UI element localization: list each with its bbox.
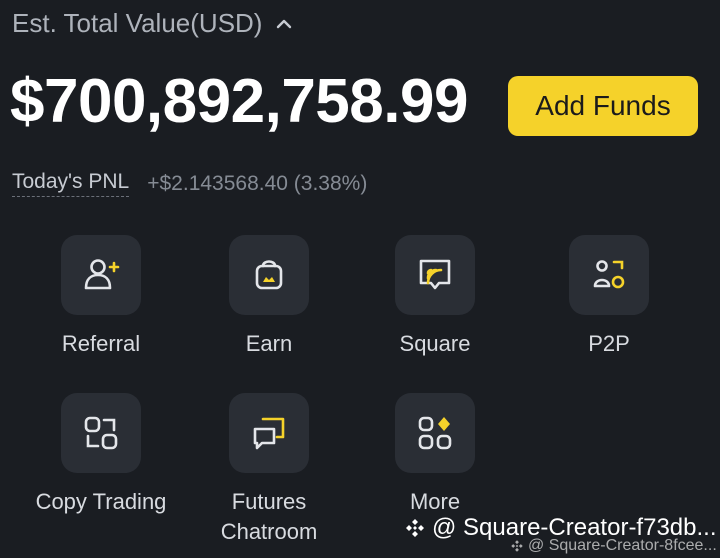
shortcut-futures-chatroom[interactable]: Futures Chatroom: [189, 393, 349, 547]
pnl-row: Today's PNL +$2.143568.40 (3.38%): [12, 170, 367, 197]
shortcut-label: Copy Trading: [35, 489, 167, 514]
total-balance: $700,892,758.99: [10, 67, 468, 136]
creator-watermark-secondary: @ Square-Creator-8fcee...: [510, 537, 717, 555]
shortcut-earn[interactable]: Earn: [189, 235, 349, 359]
est-total-value-label: Est. Total Value(USD): [12, 8, 263, 38]
binance-diamond-icon: [511, 540, 523, 552]
shortcut-label: P2P: [588, 331, 630, 356]
shortcut-label: Futures Chatroom: [220, 489, 318, 544]
more-icon: [395, 393, 475, 473]
shortcut-label: Earn: [245, 331, 293, 356]
wallet-overview: Est. Total Value(USD) $700,892,758.99 Ad…: [0, 0, 720, 558]
pnl-label[interactable]: Today's PNL: [12, 170, 130, 197]
creator-watermark-secondary-text: @ Square-Creator-8fcee...: [528, 537, 717, 554]
binance-diamond-icon: [406, 519, 424, 537]
add-funds-button[interactable]: Add Funds: [508, 76, 698, 136]
copy-trading-icon: [61, 393, 141, 473]
shortcut-label: More: [409, 489, 461, 514]
chevron-up-icon[interactable]: [274, 14, 294, 34]
referral-icon: [61, 235, 141, 315]
shortcut-label: Referral: [61, 331, 141, 356]
square-icon: [395, 235, 475, 315]
shortcut-p2p[interactable]: P2P: [529, 235, 689, 359]
shortcut-square[interactable]: Square: [355, 235, 515, 359]
pnl-value: +$2.143568.40 (3.38%): [147, 171, 368, 195]
shortcut-label: Square: [399, 331, 471, 356]
p2p-icon: [569, 235, 649, 315]
shortcut-more[interactable]: More: [355, 393, 515, 517]
shortcut-copy-trading[interactable]: Copy Trading: [21, 393, 181, 517]
shortcut-referral[interactable]: Referral: [21, 235, 181, 359]
est-total-value-toggle[interactable]: Est. Total Value(USD): [12, 8, 294, 39]
earn-icon: [229, 235, 309, 315]
futures-chatroom-icon: [229, 393, 309, 473]
